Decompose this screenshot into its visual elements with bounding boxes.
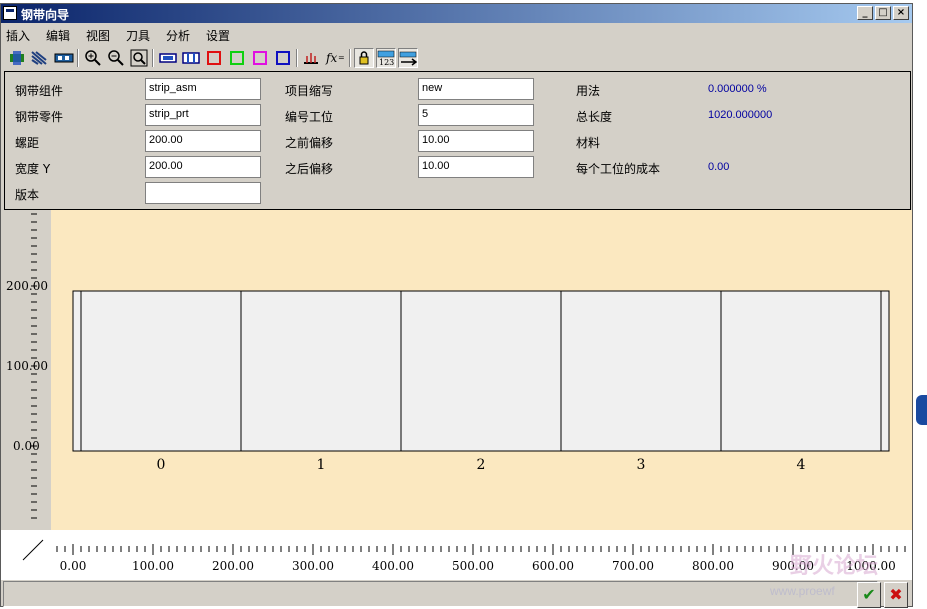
station-label-3: 3 [637, 457, 646, 473]
x-tick-label-300: 300.00 [292, 559, 334, 573]
y-tick-label-0: 0.00 [13, 439, 40, 453]
strip-outline[interactable] [72, 290, 890, 452]
x-tick-label-100: 100.00 [132, 559, 174, 573]
x-tick-label-400: 400.00 [372, 559, 414, 573]
strip-layout-canvas: 200.00 100.00 0.00 0 1 2 3 4 0.00 100.00… [6, 213, 906, 573]
x-ruler [56, 544, 906, 555]
strip-stations[interactable] [72, 290, 890, 452]
y-tick-label-200: 200.00 [6, 279, 48, 293]
y-tick-label-100: 100.00 [6, 359, 48, 373]
watermark-url: www.proewf [770, 584, 835, 598]
strip-wizard-window: 钢带向导 _ □ × 插入 编辑 视图 刀具 分析 设置 fx = 123 钢带… [0, 3, 913, 608]
ruler-corner-diagonal [22, 539, 44, 561]
station-labels: 0 1 2 3 4 [157, 457, 806, 473]
x-tick-label-600: 600.00 [532, 559, 574, 573]
x-tick-label-0: 0.00 [60, 559, 87, 573]
watermark-text: 野火论坛 [790, 554, 879, 579]
ok-button[interactable]: ✔ [857, 582, 881, 608]
x-tick-label-500: 500.00 [452, 559, 494, 573]
cancel-x-icon: ✖ [889, 585, 903, 604]
desktop-background-fragment [916, 395, 927, 425]
station-label-4: 4 [797, 457, 806, 473]
x-tick-label-200: 200.00 [212, 559, 254, 573]
station-label-0: 0 [157, 457, 166, 473]
station-label-2: 2 [477, 457, 486, 473]
y-axis-labels: 200.00 100.00 0.00 [6, 279, 48, 453]
x-tick-label-800: 800.00 [692, 559, 734, 573]
check-icon: ✔ [862, 585, 876, 604]
cancel-button[interactable]: ✖ [884, 582, 908, 608]
station-label-1: 1 [317, 457, 326, 473]
status-bar [3, 581, 878, 607]
x-tick-label-700: 700.00 [612, 559, 654, 573]
x-axis-labels: 0.00 100.00 200.00 300.00 400.00 500.00 … [60, 559, 896, 573]
